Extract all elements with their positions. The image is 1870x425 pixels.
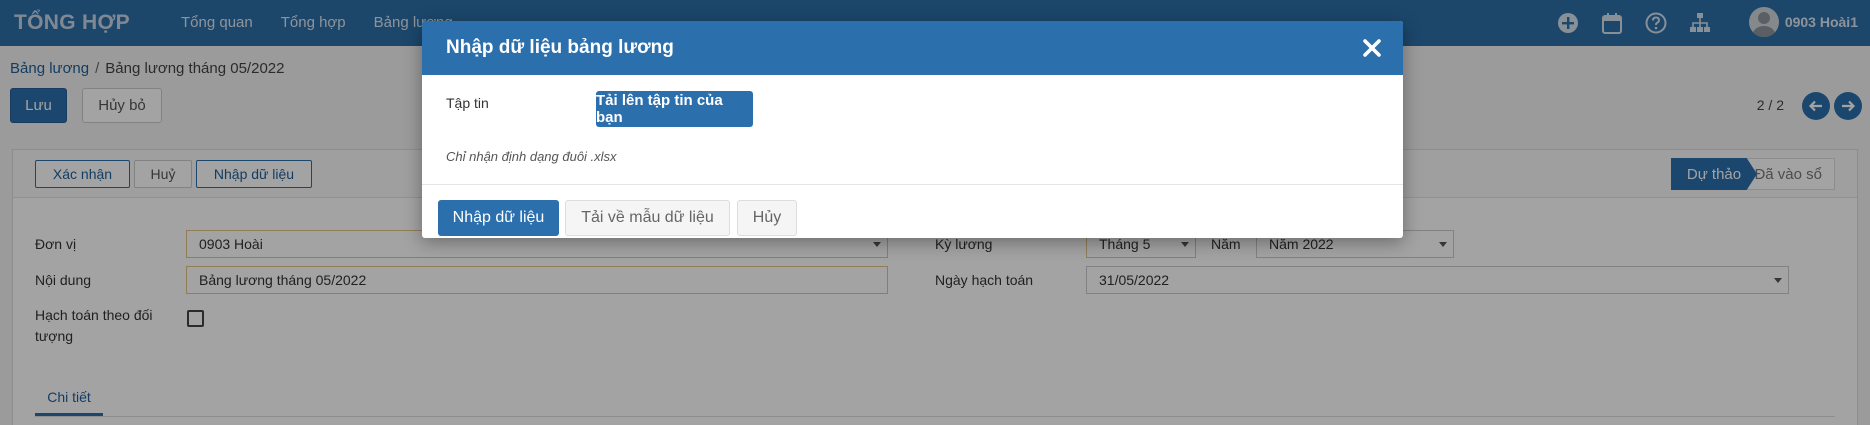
upload-file-button[interactable]: Tải lên tập tin của bạn (596, 91, 753, 127)
file-label: Tập tin (446, 95, 489, 111)
file-format-hint: Chỉ nhận định dạng đuôi .xlsx (446, 149, 617, 164)
cancel-button[interactable]: Hủy (737, 200, 797, 236)
import-button[interactable]: Nhập dữ liệu (438, 200, 559, 236)
modal-body: Tập tin Tải lên tập tin của bạn Chỉ nhận… (422, 75, 1403, 185)
import-payroll-dialog: Nhập dữ liệu bảng lương Tập tin Tải lên … (422, 21, 1403, 238)
download-template-button[interactable]: Tải về mẫu dữ liệu (565, 200, 730, 236)
modal-header: Nhập dữ liệu bảng lương (422, 21, 1403, 75)
close-icon[interactable] (1361, 37, 1383, 59)
modal-footer: Nhập dữ liệu Tải về mẫu dữ liệu Hủy (422, 185, 1403, 238)
modal-title: Nhập dữ liệu bảng lương (446, 37, 674, 58)
